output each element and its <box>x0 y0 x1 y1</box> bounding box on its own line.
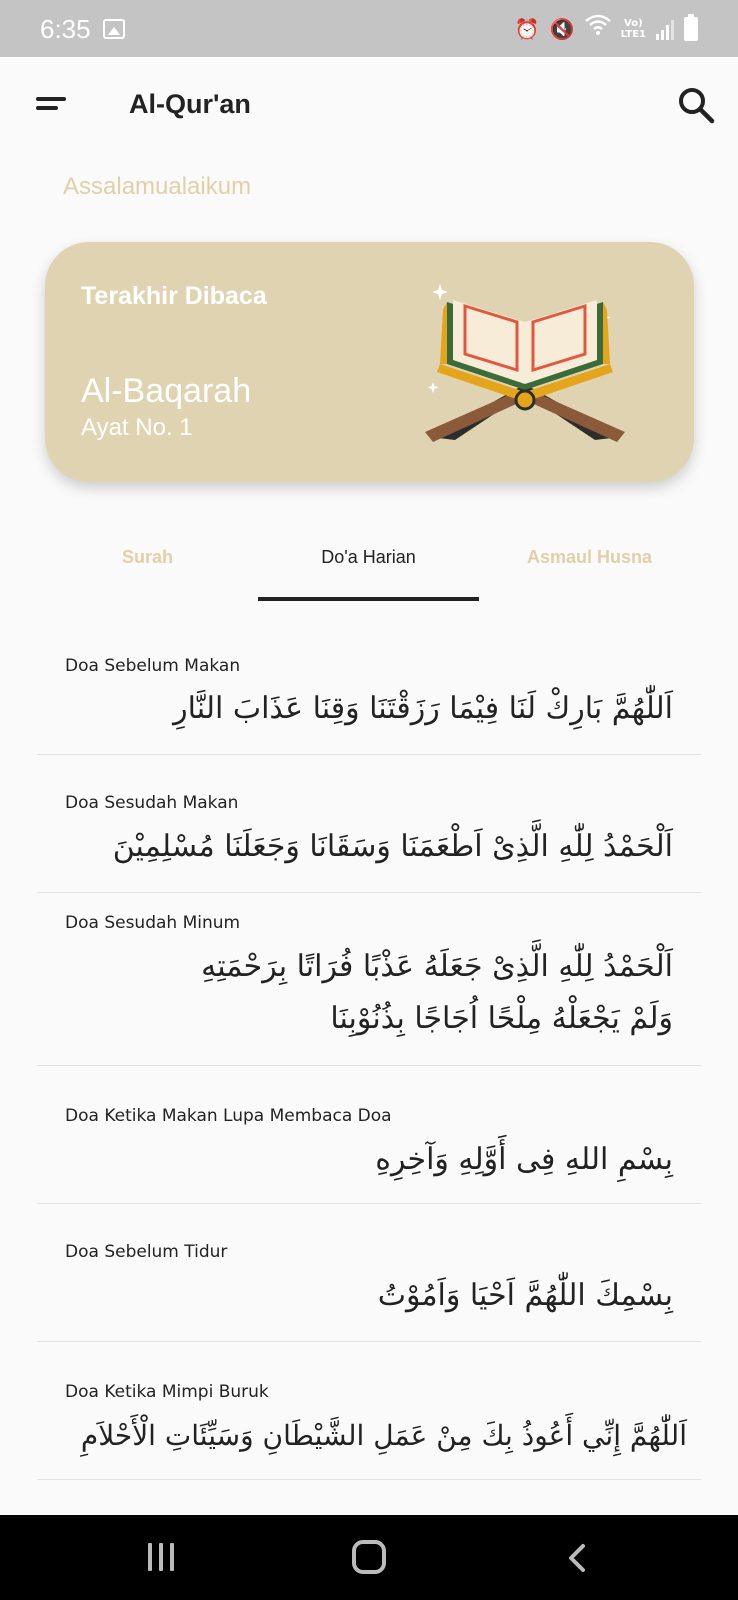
signal-icon <box>656 18 674 40</box>
doa-title: Doa Ketika Mimpi Buruk <box>65 1382 269 1402</box>
last-read-ayat: Ayat No. 1 <box>81 414 193 441</box>
system-nav-bar <box>0 1515 738 1600</box>
battery-icon <box>684 13 698 41</box>
doa-arabic: بِسْمِكَ اللّٰهُمَّ اَحْيَا وَاَمُوْتُ <box>377 1278 673 1313</box>
last-read-label: Terakhir Dibaca <box>81 282 267 310</box>
alarm-icon: ⏰ <box>514 16 540 41</box>
status-icons: ⏰ 🔇 Vo) LTE1 <box>514 13 698 43</box>
active-tab-indicator <box>258 597 479 601</box>
doa-arabic: بِسْمِ اللهِ فِى أَوَّلِهِ وَآخِرِهِ <box>375 1142 673 1177</box>
tab-doa-harian[interactable]: Do'a Harian <box>258 547 479 568</box>
lte-indicator: Vo) LTE1 <box>621 18 646 40</box>
status-time: 6:35 <box>40 14 91 44</box>
last-read-card[interactable]: Terakhir Dibaca Al-Baqarah Ayat No. 1 <box>45 242 694 482</box>
doa-arabic: اَلْحَمْدُ لِلّٰهِ الَّذِىْ اَطْعَمَنَا … <box>112 829 673 864</box>
lte-bottom-label: LTE1 <box>620 28 646 40</box>
quran-book-icon <box>425 284 625 442</box>
doa-title: Doa Sebelum Tidur <box>65 1242 228 1262</box>
doa-arabic: اَلْحَمْدُ لِلّٰهِ الَّذِىْ جَعَلَهُ عَذ… <box>201 949 673 1036</box>
doa-title: Doa Ketika Makan Lupa Membaca Doa <box>65 1106 392 1126</box>
list-item[interactable]: Doa Sesudah Makan اَلْحَمْدُ لِلّٰهِ الَ… <box>37 755 701 893</box>
doa-title: Doa Sesudah Minum <box>65 913 241 933</box>
doa-list: Doa Sebelum Makan اَللّٰهُمَّ بَارِكْ لَ… <box>37 628 701 1480</box>
tab-surah[interactable]: Surah <box>37 547 258 568</box>
mute-icon: 🔇 <box>549 16 575 41</box>
list-item[interactable]: Doa Sesudah Minum اَلْحَمْدُ لِلّٰهِ الَ… <box>37 893 701 1066</box>
tab-asmaul-husna[interactable]: Asmaul Husna <box>479 547 700 568</box>
app-bar: Al-Qur'an <box>0 57 738 157</box>
search-icon[interactable] <box>676 85 716 125</box>
list-item[interactable]: Doa Ketika Makan Lupa Membaca Doa بِسْمِ… <box>37 1066 701 1204</box>
greeting-text: Assalamualaikum <box>63 173 252 200</box>
list-item[interactable]: Doa Sebelum Makan اَللّٰهُمَّ بَارِكْ لَ… <box>37 628 701 755</box>
doa-arabic: اَللّٰهُمَّ بَارِكْ لَنَا فِيْمَا رَزَقْ… <box>173 691 673 726</box>
recent-apps-icon[interactable] <box>148 1543 178 1571</box>
back-icon[interactable] <box>563 1543 593 1573</box>
home-icon[interactable] <box>352 1540 386 1574</box>
wifi-icon <box>584 14 611 43</box>
lte-top-label: Vo) <box>624 17 643 29</box>
last-read-surah: Al-Baqarah <box>81 372 252 410</box>
doa-title: Doa Sebelum Makan <box>65 656 241 676</box>
image-notification-icon <box>103 19 125 39</box>
list-item[interactable]: Doa Sebelum Tidur بِسْمِكَ اللّٰهُمَّ اَ… <box>37 1204 701 1342</box>
menu-icon[interactable] <box>36 97 66 117</box>
doa-arabic: اَللّٰهُمَّ إِنِّي أَعُوذُ بِكَ مِنْ عَم… <box>80 1419 687 1452</box>
doa-title: Doa Sesudah Makan <box>65 793 239 813</box>
page-title: Al-Qur'an <box>129 89 251 119</box>
list-item[interactable]: Doa Ketika Mimpi Buruk اَللّٰهُمَّ إِنِّ… <box>37 1342 701 1480</box>
status-bar: 6:35 ⏰ 🔇 Vo) LTE1 <box>0 0 738 57</box>
tab-bar: Surah Do'a Harian Asmaul Husna <box>37 527 701 603</box>
